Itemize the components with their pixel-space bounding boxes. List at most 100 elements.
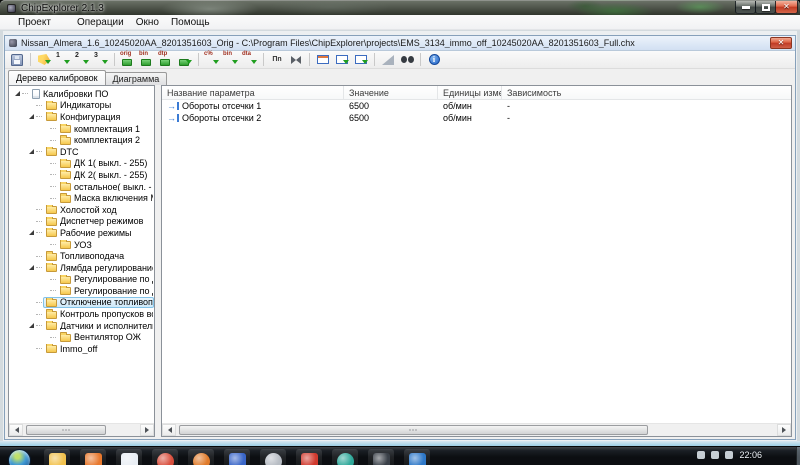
load-project-button[interactable] bbox=[35, 52, 53, 68]
expander-icon[interactable] bbox=[27, 323, 36, 328]
menu-operations[interactable]: Операции bbox=[71, 15, 130, 29]
scroll-left-arrow-icon[interactable] bbox=[9, 424, 23, 436]
minimize-button[interactable] bbox=[735, 1, 756, 14]
tray-icon[interactable] bbox=[697, 451, 705, 459]
load-dta-button[interactable]: dta bbox=[241, 52, 259, 68]
load-slot3-button[interactable]: 3 bbox=[92, 52, 110, 68]
menu-help[interactable]: Помощь bbox=[165, 15, 216, 29]
compare-button[interactable]: Пn bbox=[268, 52, 286, 68]
app-gray-circle-taskbar-button[interactable] bbox=[260, 449, 286, 465]
menu-window[interactable]: Окно bbox=[130, 15, 165, 29]
load-chk-button[interactable]: c% bbox=[203, 52, 221, 68]
tree-item[interactable]: Калибровки ПО bbox=[9, 88, 154, 100]
tree-item[interactable]: Конфигурация bbox=[9, 111, 154, 123]
save-button[interactable] bbox=[8, 52, 26, 68]
tree-item[interactable]: Датчики и исполнительные меха bbox=[9, 320, 154, 332]
scroll-track[interactable] bbox=[23, 424, 140, 436]
column-header-units[interactable]: Единицы изме… bbox=[438, 86, 502, 99]
titlebar[interactable]: ChipExplorer 2.1.3 ✕ bbox=[0, 0, 800, 15]
expander-icon[interactable] bbox=[27, 149, 36, 154]
explorer-folder-taskbar-button[interactable] bbox=[44, 449, 70, 465]
tree-item[interactable]: остальное( выкл. - 255) bbox=[9, 181, 154, 193]
tab-bar: Дерево калибровок Диаграмма bbox=[5, 69, 795, 85]
tree-item[interactable]: Топливоподача bbox=[9, 250, 154, 262]
load-bin-button[interactable]: bin bbox=[222, 52, 240, 68]
app-white-m-taskbar-button[interactable] bbox=[116, 449, 142, 465]
write-chip-button[interactable] bbox=[176, 52, 194, 68]
scroll-track[interactable] bbox=[176, 424, 777, 436]
column-header-name[interactable]: Название параметра bbox=[162, 86, 344, 99]
load-slot1-button[interactable]: 1 bbox=[54, 52, 72, 68]
page-icon bbox=[32, 89, 40, 99]
tree-item[interactable]: Холостой ход bbox=[9, 204, 154, 216]
tree-item[interactable]: Регулирование по ДК2 bbox=[9, 285, 154, 297]
tree-item[interactable]: Регулирование по ДК1 bbox=[9, 274, 154, 286]
app-blue-taskbar-button[interactable] bbox=[404, 449, 430, 465]
child-titlebar[interactable]: Nissan_Almera_1.6_10245020AA_8201351603_… bbox=[5, 36, 795, 51]
folder-icon bbox=[60, 125, 71, 133]
expander-icon[interactable] bbox=[27, 114, 36, 119]
save-bin-button[interactable]: bin bbox=[138, 52, 156, 68]
firefox-taskbar-button[interactable] bbox=[188, 449, 214, 465]
tree-item[interactable]: Индикаторы bbox=[9, 100, 154, 112]
app-orange-icon bbox=[85, 453, 102, 465]
maximize-button[interactable] bbox=[755, 1, 776, 14]
merge-button[interactable] bbox=[287, 52, 305, 68]
load-slot2-button[interactable]: 2 bbox=[73, 52, 91, 68]
tree-item[interactable]: Маска включения MIL bbox=[9, 192, 154, 204]
column-header-dependency[interactable]: Зависимость bbox=[502, 86, 791, 99]
show-desktop-button[interactable] bbox=[796, 447, 800, 465]
table-row[interactable]: →Обороты отсечки 16500об/мин- bbox=[162, 100, 791, 112]
chart-button[interactable] bbox=[379, 52, 397, 68]
tree-item[interactable]: Отключение топливоподачи bbox=[9, 297, 154, 309]
tree-item[interactable]: Лямбда регулирование bbox=[9, 262, 154, 274]
new-window-button[interactable] bbox=[314, 52, 332, 68]
tab-diagram[interactable]: Диаграмма bbox=[106, 72, 168, 85]
table-row[interactable]: →Обороты отсечки 26500об/мин- bbox=[162, 112, 791, 124]
tree-item[interactable]: Контроль пропусков воспламене bbox=[9, 308, 154, 320]
tree-item-label: Рабочие режимы bbox=[60, 228, 132, 238]
save-dtp-button[interactable]: dtp bbox=[157, 52, 175, 68]
tree-item[interactable]: DTC bbox=[9, 146, 154, 158]
menu-project[interactable]: Проект bbox=[12, 15, 57, 29]
scroll-left-arrow-icon[interactable] bbox=[162, 424, 176, 436]
tree-horizontal-scrollbar[interactable] bbox=[9, 423, 154, 436]
app-orange-taskbar-button[interactable] bbox=[80, 449, 106, 465]
app-blue-h-taskbar-button[interactable] bbox=[224, 449, 250, 465]
add-window-2-button[interactable] bbox=[352, 52, 370, 68]
tree-item[interactable]: ДК 1( выкл. - 255) bbox=[9, 158, 154, 170]
start-button[interactable] bbox=[8, 449, 31, 465]
about-button[interactable]: i bbox=[425, 52, 443, 68]
scroll-thumb[interactable] bbox=[179, 425, 648, 435]
scroll-right-arrow-icon[interactable] bbox=[140, 424, 154, 436]
tree-item[interactable]: комплектация 2 bbox=[9, 134, 154, 146]
app-red-a-taskbar-button[interactable] bbox=[296, 449, 322, 465]
scroll-right-arrow-icon[interactable] bbox=[777, 424, 791, 436]
tab-calibration-tree[interactable]: Дерево калибровок bbox=[8, 70, 106, 85]
expander-icon[interactable] bbox=[27, 230, 36, 235]
green-arrow-icon bbox=[213, 60, 219, 67]
tree-item[interactable]: УОЗ bbox=[9, 239, 154, 251]
expander-icon[interactable] bbox=[13, 91, 22, 96]
tree-item[interactable]: ДК 2( выкл. - 255) bbox=[9, 169, 154, 181]
app-dark-taskbar-button[interactable] bbox=[368, 449, 394, 465]
tray-icon[interactable] bbox=[711, 451, 719, 459]
column-header-value[interactable]: Значение bbox=[344, 86, 438, 99]
expander-icon[interactable] bbox=[27, 265, 36, 270]
tree-item[interactable]: Immo_off bbox=[9, 343, 154, 355]
search-button[interactable] bbox=[398, 52, 416, 68]
child-close-button[interactable]: ✕ bbox=[770, 37, 792, 49]
tree-item[interactable]: комплектация 1 bbox=[9, 123, 154, 135]
tray-icon[interactable] bbox=[725, 451, 733, 459]
tree-item[interactable]: Рабочие режимы bbox=[9, 227, 154, 239]
tree-item[interactable]: Диспетчер режимов bbox=[9, 216, 154, 228]
table-horizontal-scrollbar[interactable] bbox=[162, 423, 791, 436]
app-teal-taskbar-button[interactable] bbox=[332, 449, 358, 465]
scroll-thumb[interactable] bbox=[26, 425, 106, 435]
chrome-taskbar-button[interactable] bbox=[152, 449, 178, 465]
tree-item[interactable]: Вентилятор ОЖ bbox=[9, 331, 154, 343]
save-orig-button[interactable]: orig bbox=[119, 52, 137, 68]
add-window-button[interactable] bbox=[333, 52, 351, 68]
project-child-window: Nissan_Almera_1.6_10245020AA_8201351603_… bbox=[4, 35, 796, 440]
close-button[interactable]: ✕ bbox=[775, 1, 798, 14]
